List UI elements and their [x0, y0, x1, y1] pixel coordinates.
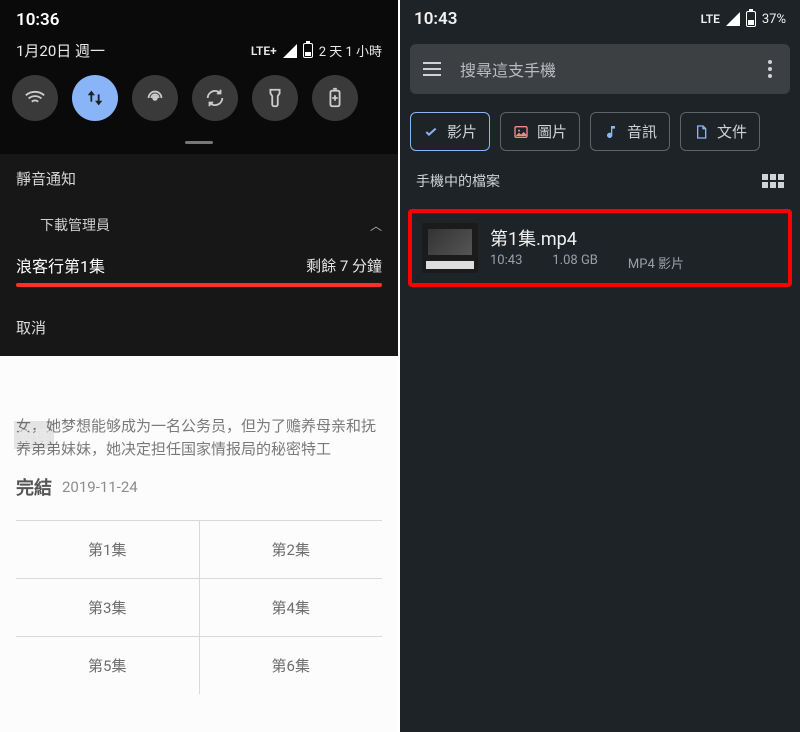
- download-item-name: 浪客行第1集: [16, 253, 105, 277]
- image-icon: [513, 124, 529, 140]
- file-type: MP4 影片: [628, 253, 684, 272]
- battery-saver-icon: [324, 87, 346, 109]
- chip-label: 文件: [717, 121, 747, 142]
- more-icon[interactable]: [758, 60, 782, 78]
- status-end-date: 2019-11-24: [62, 478, 138, 496]
- episode-cell[interactable]: 第6集: [200, 637, 383, 694]
- file-row-highlighted[interactable]: 第1集.mp4 10:43 1.08 GB MP4 影片: [408, 209, 792, 287]
- chip-label: 音訊: [627, 121, 657, 142]
- rotate-icon: [204, 87, 226, 109]
- download-manager-label: 下載管理員: [40, 215, 110, 235]
- episode-cell[interactable]: 第3集: [16, 579, 200, 636]
- quick-settings-row: [0, 61, 398, 135]
- status-icons: LTE+ 2 天 1 小時: [251, 41, 382, 60]
- signal-icon: [726, 12, 740, 26]
- flashlight-toggle[interactable]: [252, 75, 298, 121]
- chip-document[interactable]: 文件: [680, 112, 760, 151]
- chip-label: 圖片: [537, 121, 567, 142]
- network-label: LTE+: [251, 44, 277, 58]
- autorotate-toggle[interactable]: [192, 75, 238, 121]
- drag-handle[interactable]: [185, 141, 213, 144]
- signal-icon: [283, 44, 297, 58]
- manage-label: 管理: [14, 421, 54, 449]
- notification-group: 靜音通知 下載管理員 ︿ 浪客行第1集 剩餘 7 分鐘 取消: [0, 154, 398, 356]
- status-bar: 10:36: [0, 0, 398, 40]
- episode-cell[interactable]: 第1集: [16, 521, 200, 578]
- battery-percent: 37%: [762, 12, 786, 27]
- download-progress-bar: [16, 283, 382, 287]
- battery-text: 2 天 1 小時: [319, 41, 382, 60]
- grid-view-icon[interactable]: [762, 174, 784, 188]
- cancel-button[interactable]: 取消: [0, 299, 398, 356]
- hotspot-icon: [144, 87, 166, 109]
- wifi-icon: [24, 87, 46, 109]
- status-end-label: 完結: [16, 474, 52, 500]
- data-arrows-icon: [84, 87, 106, 109]
- file-name: 第1集.mp4: [490, 225, 778, 251]
- audio-icon: [603, 124, 619, 140]
- search-bar[interactable]: 搜尋這支手機: [410, 44, 790, 94]
- chip-video[interactable]: 影片: [410, 112, 490, 151]
- chip-label: 影片: [447, 121, 477, 142]
- phone-right-screenshot: 10:43 LTE 37% 搜尋這支手機 影片 圖片 音訊 文件: [400, 0, 800, 732]
- hotspot-toggle[interactable]: [132, 75, 178, 121]
- battery-icon: [303, 43, 313, 58]
- status-time: 10:36: [16, 10, 59, 30]
- search-placeholder[interactable]: 搜尋這支手機: [446, 57, 758, 81]
- wifi-toggle[interactable]: [12, 75, 58, 121]
- episode-cell[interactable]: 第5集: [16, 637, 200, 694]
- files-section-label: 手機中的檔案: [416, 171, 500, 191]
- episode-cell[interactable]: 第2集: [200, 521, 383, 578]
- phone-left-screenshot: 10:36 1月20日 週一 LTE+ 2 天 1 小時: [0, 0, 398, 732]
- show-description: 女，她梦想能够成为一名公务员，但为了赡养母亲和抚养弟弟妹妹，她决定担任国家情报局…: [16, 415, 382, 462]
- flashlight-icon: [264, 87, 286, 109]
- download-notification[interactable]: 下載管理員 ︿ 浪客行第1集 剩餘 7 分鐘: [0, 203, 398, 299]
- file-thumbnail: [422, 223, 478, 273]
- background-page: 女，她梦想能够成为一名公务员，但为了赡养母亲和抚养弟弟妹妹，她决定担任国家情报局…: [0, 415, 398, 694]
- chevron-up-icon[interactable]: ︿: [370, 217, 382, 234]
- file-size: 1.08 GB: [552, 253, 598, 272]
- document-icon: [693, 124, 709, 140]
- status-time: 10:43: [414, 9, 457, 29]
- download-icon: [16, 218, 30, 232]
- chip-audio[interactable]: 音訊: [590, 112, 670, 151]
- status-date: 1月20日 週一: [16, 40, 105, 61]
- menu-icon[interactable]: [418, 62, 446, 76]
- chip-image[interactable]: 圖片: [500, 112, 580, 151]
- data-toggle[interactable]: [72, 75, 118, 121]
- episode-cell[interactable]: 第4集: [200, 579, 383, 636]
- file-time: 10:43: [490, 253, 522, 272]
- battery-icon: [746, 11, 756, 27]
- filter-chips: 影片 圖片 音訊 文件: [400, 100, 800, 163]
- check-icon: [423, 124, 439, 140]
- notification-shade: 10:36 1月20日 週一 LTE+ 2 天 1 小時: [0, 0, 398, 356]
- episode-grid: 第1集 第2集 第3集 第4集 第5集 第6集: [16, 520, 382, 694]
- muted-notif-label: 靜音通知: [0, 154, 398, 203]
- battery-saver-toggle[interactable]: [312, 75, 358, 121]
- network-label: LTE: [701, 12, 720, 26]
- status-bar: 10:43 LTE 37%: [400, 0, 800, 38]
- download-eta: 剩餘 7 分鐘: [306, 255, 382, 276]
